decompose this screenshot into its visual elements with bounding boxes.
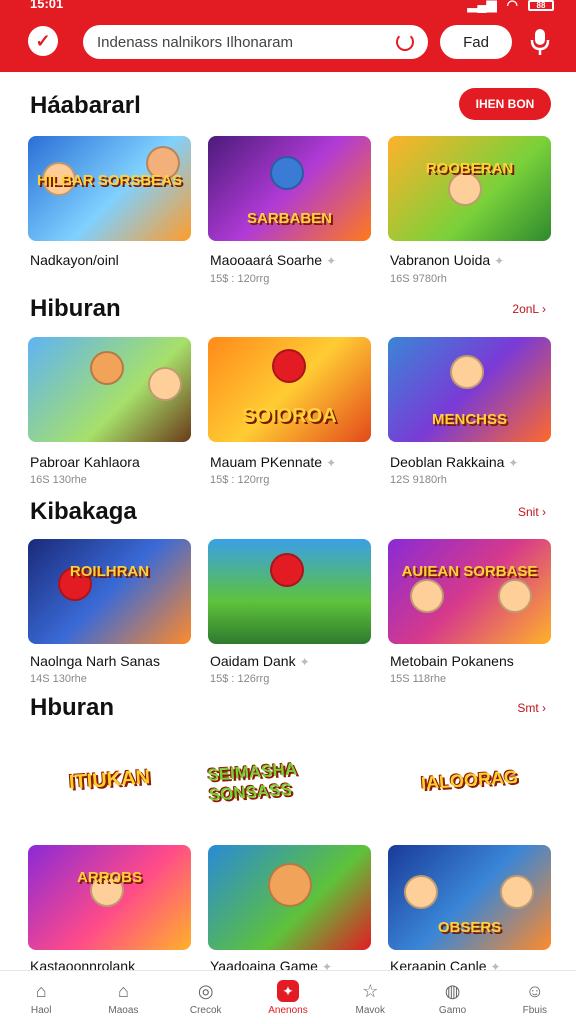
nav-label: Anenons (268, 1004, 308, 1016)
game-card[interactable]: OBSERS (388, 845, 551, 950)
game-meta: 16S 9780rh (390, 273, 447, 285)
game-banner-text: AUIEAN SORBASE (401, 563, 538, 580)
game-name[interactable]: Maooaará Soarhe (210, 252, 322, 268)
game-meta: 15S 118rhe (390, 673, 447, 685)
nav-label: Crecok (189, 1004, 222, 1016)
nav-label: Mavok (355, 1004, 385, 1016)
game-banner-text: OBSERS (437, 919, 502, 936)
game-meta: 15$ : 120rrg (210, 474, 270, 486)
see-all-label: 2onL (512, 302, 539, 316)
section-title: Kibakaga (30, 498, 137, 525)
game-logo-text: SEIMASHA SONSASS (206, 759, 298, 805)
home-icon: ⌂ (35, 980, 47, 1001)
game-card[interactable] (28, 337, 191, 442)
game-meta: 14S 130rhe (30, 673, 87, 685)
game-logo[interactable]: ITIUKAN (28, 730, 191, 830)
compass-icon: ◎ (197, 980, 214, 1001)
bottom-navigation: ⌂ Haol ⌂ Maoas ◎ Crecok ✦ Anenons ☆ Mavo… (0, 970, 576, 1024)
game-meta: 15$ : 120rrg (210, 273, 270, 285)
nav-item-house[interactable]: ⌂ Maoas (82, 971, 164, 1024)
game-name[interactable]: Oaidam Dank (210, 653, 296, 669)
game-name[interactable]: Mauam PKennate (210, 454, 322, 470)
game-card[interactable]: SARBABEN (208, 136, 371, 241)
game-logo-text: IALOORAG (420, 766, 519, 793)
app-logo-icon[interactable]: ✓ (28, 26, 58, 56)
house-icon: ⌂ (117, 980, 129, 1001)
star-icon: ✦ (326, 456, 337, 470)
star-icon: ☆ (362, 980, 379, 1001)
game-name[interactable]: Pabroar Kahlaora (30, 454, 140, 470)
profile-icon: ☺ (525, 980, 545, 1001)
game-meta: 16S 130rhe (30, 474, 87, 486)
star-icon: ✦ (494, 254, 505, 268)
nav-label: Gamo (438, 1004, 467, 1016)
section-title: Hiburan (30, 295, 121, 322)
chevron-right-icon: › (542, 302, 546, 316)
signal-icon: ▂▄▆ (467, 0, 497, 12)
refresh-icon[interactable] (396, 33, 414, 51)
search-text: Indenass nalnikors Ilhonaram (97, 33, 293, 51)
star-icon: ✦ (508, 456, 519, 470)
nav-item-games[interactable]: ◍ Gamo (411, 971, 493, 1024)
game-banner-text: HILBAR SORSBEAS (36, 172, 182, 189)
nav-item-favorites[interactable]: ☆ Mavok (329, 971, 411, 1024)
game-meta: 15$ : 126rrg (210, 673, 270, 685)
star-icon: ✦ (299, 655, 310, 669)
game-card[interactable]: HILBAR SORSBEAS (28, 136, 191, 241)
game-card[interactable] (208, 845, 371, 950)
section-title: Háabararl (30, 92, 141, 119)
game-card[interactable] (208, 539, 371, 644)
nav-item-home[interactable]: ⌂ Haol (0, 971, 82, 1024)
game-banner-text: ROILHRAN (69, 563, 150, 580)
nav-label: Maoas (108, 1004, 139, 1016)
wifi-icon: ◠ (506, 0, 518, 12)
game-banner-text: ARROBS (76, 869, 142, 886)
see-all-label: Snit (517, 505, 539, 519)
game-logo[interactable]: SEIMASHA SONSASS (206, 730, 371, 830)
status-bar: 15:01 ▂▄▆ ◠ 88 (0, 0, 576, 14)
game-card[interactable]: MENCHSS (388, 337, 551, 442)
find-button[interactable]: Fad (440, 25, 512, 59)
game-name[interactable]: Nadkayon/oinl (30, 252, 119, 268)
game-name[interactable]: Metobain Pokanens (390, 653, 514, 669)
game-banner-text: MENCHSS (431, 411, 507, 428)
game-card[interactable]: AUIEAN SORBASE (388, 539, 551, 644)
nav-label: Haol (30, 1004, 52, 1016)
status-time: 15:01 (30, 0, 64, 11)
game-banner-text: SOIOROA (242, 405, 337, 427)
game-card[interactable]: SOIOROA (208, 337, 371, 442)
battery-icon: 88 (528, 0, 554, 11)
game-meta: 12S 9180rh (390, 474, 447, 486)
microphone-icon[interactable] (530, 28, 550, 56)
see-all-link[interactable]: Smt › (517, 701, 546, 715)
game-logo[interactable]: IALOORAG (388, 730, 551, 830)
game-name[interactable]: Naolnga Narh Sanas (30, 653, 160, 669)
see-all-link[interactable]: Snit › (518, 505, 546, 519)
nav-item-explore[interactable]: ◎ Crecok (165, 971, 247, 1024)
game-banner-text: ROOBERAN (425, 160, 514, 177)
nav-item-profile[interactable]: ☺ Fbuis (494, 971, 576, 1024)
chevron-right-icon: › (542, 701, 546, 715)
game-name[interactable]: Deoblan Rakkaina (390, 454, 504, 470)
star-icon: ✦ (326, 254, 337, 268)
see-all-button[interactable]: IHEN BON (459, 88, 551, 120)
search-input[interactable]: Indenass nalnikors Ilhonaram (83, 25, 428, 59)
nav-label: Fbuis (522, 1004, 548, 1016)
controller-icon: ◍ (444, 980, 461, 1001)
star-active-icon: ✦ (276, 979, 299, 1002)
game-logo-text: ITIUKAN (68, 765, 151, 794)
game-card[interactable]: ROOBERAN (388, 136, 551, 241)
see-all-link[interactable]: 2onL › (512, 302, 546, 316)
game-name[interactable]: Vabranon Uoida (390, 252, 490, 268)
game-card[interactable]: ARROBS (28, 845, 191, 950)
see-all-label: Smt (517, 701, 539, 715)
game-card[interactable]: ROILHRAN (28, 539, 191, 644)
game-banner-text: SARBABEN (246, 210, 332, 227)
section-title: Hburan (30, 694, 114, 721)
nav-item-active[interactable]: ✦ Anenons (247, 971, 329, 1024)
chevron-right-icon: › (542, 505, 546, 519)
